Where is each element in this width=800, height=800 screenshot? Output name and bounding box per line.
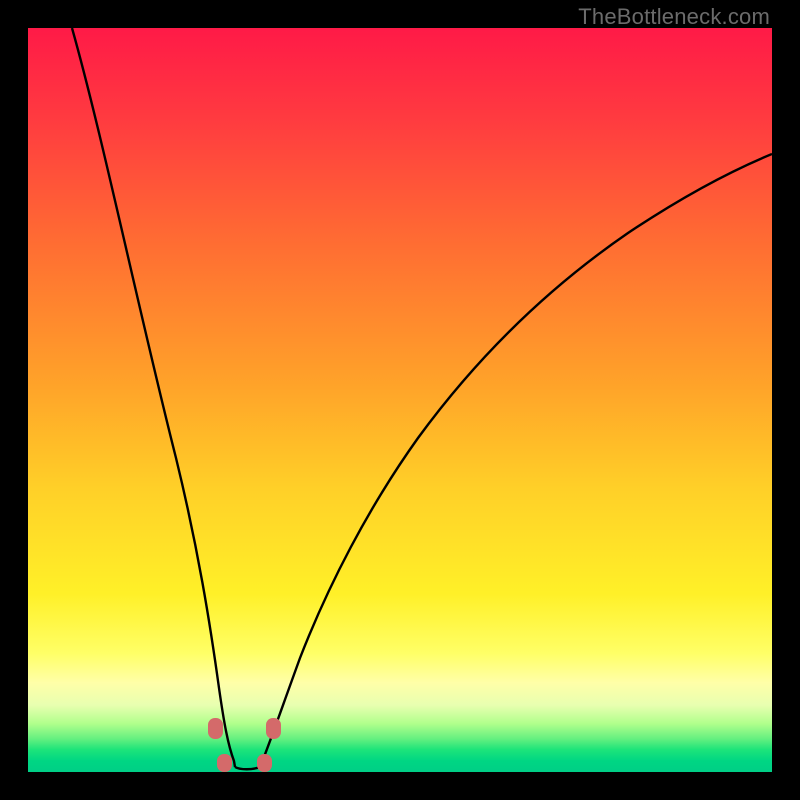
bottleneck-curve xyxy=(28,28,772,772)
marker-dot xyxy=(266,718,281,739)
curve-path-right xyxy=(260,154,772,767)
watermark-text: TheBottleneck.com xyxy=(578,4,770,30)
chart-frame: TheBottleneck.com xyxy=(0,0,800,800)
curve-path-floor xyxy=(235,767,260,769)
marker-dot xyxy=(257,754,272,772)
marker-dot xyxy=(208,718,223,739)
curve-path-left xyxy=(72,28,235,767)
marker-dot xyxy=(217,754,232,772)
plot-area xyxy=(28,28,772,772)
